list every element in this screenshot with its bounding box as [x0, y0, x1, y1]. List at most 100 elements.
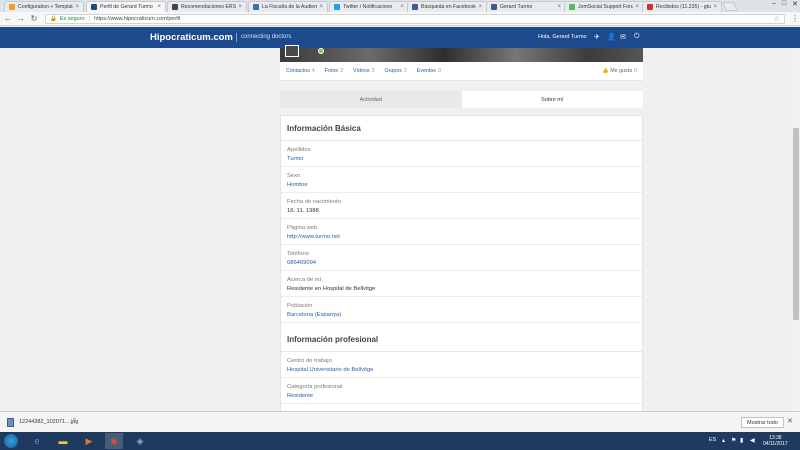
profile-tab-contactos[interactable]: Contactos 4 [286, 68, 315, 74]
profile-tab-count: 2 [340, 68, 344, 74]
profile-tab-vídeos[interactable]: Vídeos 3 [353, 68, 374, 74]
professional-info-title: Información profesional [281, 327, 642, 352]
browser-tab[interactable]: Gerard Turmo × [486, 1, 566, 12]
browser-tab[interactable]: La Fiscalía de la Audien × [248, 1, 328, 12]
tab-about[interactable]: Sobre mí [461, 91, 643, 108]
tab-favicon-icon [172, 4, 178, 10]
tab-favicon-icon [9, 4, 15, 10]
tab-close-icon[interactable]: × [157, 4, 161, 10]
browser-tab[interactable]: Recomendaciones ERS_ × [167, 1, 247, 12]
field-value[interactable]: 686469094 [287, 258, 636, 268]
tray-expand-icon[interactable]: ▴ [722, 437, 725, 444]
tab-favicon-icon [569, 4, 575, 10]
download-menu-chevron-icon[interactable]: ^ [73, 418, 76, 424]
minimize-icon[interactable]: – [772, 0, 776, 8]
chrome-icon[interactable]: ◉ [105, 433, 123, 449]
tab-activity[interactable]: Actividad [280, 91, 462, 108]
maximize-icon[interactable]: □ [782, 0, 786, 8]
close-download-bar-icon[interactable]: ✕ [787, 417, 793, 425]
browser-tab[interactable]: Configuration » Templat × [4, 1, 84, 12]
browser-tab[interactable]: JomSocial Support Foru × [564, 1, 644, 12]
tab-title: Gerard Turmo [500, 4, 533, 10]
secure-lock-icon: 🔒 [50, 15, 57, 22]
field-value[interactable]: Hospital Universitario de Bellvitge [287, 365, 636, 375]
address-bar[interactable]: 🔒 Es seguro | https://www.hipocraticum.c… [45, 13, 785, 24]
tab-close-icon[interactable]: × [400, 4, 404, 10]
notifications-icon[interactable]: ✈ [594, 33, 600, 41]
avatar[interactable] [285, 45, 299, 57]
field-value[interactable]: Turmo [287, 154, 636, 164]
info-row: Acerca de mí Residente en Hospital de Bel… [281, 271, 642, 297]
field-value: 16. 11. 1988 [287, 208, 319, 214]
browser-tab[interactable]: Perfil de Gerard Turmo × [86, 1, 166, 12]
field-value[interactable]: Hombre [287, 180, 636, 190]
flag-icon[interactable]: ⚑ [731, 437, 736, 444]
profile-cover-image [280, 48, 643, 62]
field-label: Centro de trabajo [287, 358, 332, 364]
volume-icon[interactable]: ◀ [750, 437, 755, 444]
secure-label: Es seguro [59, 15, 85, 22]
browser-tab[interactable]: Búsqueda en Facebook × [407, 1, 487, 12]
field-label: Teléfono [287, 251, 309, 257]
back-icon[interactable]: ← [3, 14, 13, 23]
scrollbar-thumb[interactable] [793, 128, 799, 320]
tab-close-icon[interactable]: × [557, 4, 561, 10]
tab-close-icon[interactable]: × [713, 4, 717, 10]
tab-favicon-icon [91, 4, 97, 10]
download-filename[interactable]: 12244382_102071....jpg [19, 419, 78, 425]
messages-icon[interactable]: ✉ [620, 33, 626, 41]
browser-tab[interactable]: Twitter / Notificacione × [329, 1, 409, 12]
field-value[interactable]: Barcelona (Espanya) [287, 310, 636, 320]
tab-title: Recibidos (11.235) - gtu [656, 4, 711, 10]
tab-close-icon[interactable]: × [319, 4, 323, 10]
info-row: Apellidos Turmo [281, 141, 642, 167]
profile-tab-label: Vídeos [353, 68, 370, 74]
tab-close-icon[interactable]: × [635, 4, 639, 10]
tab-title: Perfil de Gerard Turmo [100, 4, 153, 10]
tab-title: JomSocial Support Foru [578, 4, 634, 10]
start-button-icon[interactable] [4, 434, 18, 448]
app-icon[interactable]: ◈ [131, 433, 149, 449]
field-value[interactable]: http://www.turmo.net [287, 232, 636, 242]
field-label: Acerca de mí [287, 277, 322, 283]
profile-tab-grupos[interactable]: Grupos 2 [384, 68, 406, 74]
basic-info-list: Apellidos Turmo Sexo Hombre Fecha de nacimie… [281, 141, 642, 323]
network-icon[interactable]: ▮ [740, 437, 743, 444]
browser-tab[interactable]: Recibidos (11.235) - gtu × [642, 1, 722, 12]
close-window-icon[interactable]: ✕ [792, 0, 798, 8]
profile-tab-fotos[interactable]: Fotos 2 [325, 68, 343, 74]
likes-count: 0 [634, 68, 637, 74]
tab-close-icon[interactable]: × [75, 4, 79, 10]
profile-tab-label: Fotos [324, 68, 339, 74]
site-logo[interactable]: Hipocraticum.com [150, 32, 233, 43]
address-separator: | [88, 15, 91, 22]
bookmark-star-icon[interactable]: ☆ [774, 15, 780, 23]
info-row: Población Barcelona (Espanya) [281, 297, 642, 323]
system-clock[interactable]: 13:38 04/11/2017 [763, 435, 788, 447]
internet-explorer-icon[interactable]: e [28, 433, 46, 449]
about-panel: Información Básica Apellidos Turmo Sexo Hom… [280, 115, 643, 415]
tab-favicon-icon [412, 4, 418, 10]
forward-icon[interactable]: → [16, 14, 26, 23]
tab-favicon-icon [253, 4, 259, 10]
logout-icon[interactable]: ⏻ [634, 33, 640, 41]
info-row: Centro de trabajo Hospital Universitario … [281, 352, 642, 378]
info-row: Teléfono 686469094 [281, 245, 642, 271]
reload-icon[interactable]: ↻ [29, 14, 39, 23]
user-greeting[interactable]: Hola, Gerard Turmo [538, 34, 587, 40]
friends-icon[interactable]: 👤 [607, 33, 616, 41]
tab-close-icon[interactable]: × [478, 4, 482, 10]
language-indicator[interactable]: ES [709, 437, 716, 443]
media-player-icon[interactable]: ▶ [80, 433, 98, 449]
professional-info-list: Centro de trabajo Hospital Universitario … [281, 352, 642, 404]
browser-menu-icon[interactable]: ⋮ [791, 14, 799, 23]
new-tab-button[interactable] [722, 2, 738, 11]
likes-button[interactable]: 👍 Me gusta 0 [602, 68, 637, 74]
profile-tab-label: Grupos [384, 68, 402, 74]
file-explorer-icon[interactable]: ▬ [54, 433, 72, 449]
show-all-downloads-button[interactable]: Mostrar todo [741, 417, 784, 428]
profile-tab-eventos[interactable]: Eventos 0 [417, 68, 441, 74]
url-text[interactable]: https://www.hipocraticum.com/perfil [94, 16, 180, 22]
field-value[interactable]: Residente [287, 391, 636, 401]
tab-close-icon[interactable]: × [238, 4, 242, 10]
